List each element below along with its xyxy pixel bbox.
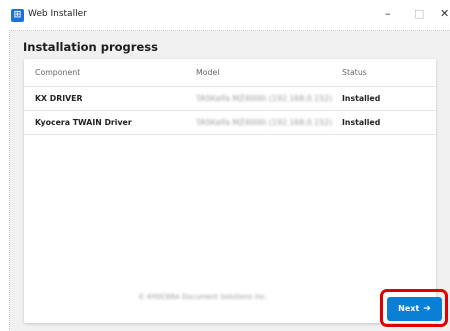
components-table: Component Model Status KX DRIVER TASKalf… xyxy=(24,59,436,323)
model-name: TASKalfa MZ4000i (192.168.0.152) xyxy=(196,118,333,127)
maximize-button[interactable]: □ xyxy=(414,7,424,20)
next-button[interactable]: Next ➔ xyxy=(387,297,442,321)
next-button-label: Next xyxy=(398,304,420,313)
column-header-component: Component xyxy=(35,68,81,77)
column-header-status: Status xyxy=(342,68,367,77)
component-name: Kyocera TWAIN Driver xyxy=(35,118,132,127)
table-row: KX DRIVER TASKalfa MZ4000i (192.168.0.15… xyxy=(24,87,436,111)
model-name: TASKalfa MZ4000i (192.168.0.152) xyxy=(196,94,333,103)
table-header: Component Model Status xyxy=(24,59,436,87)
installer-window: ⊞ Web Installer – □ ✕ Installation progr… xyxy=(0,0,450,331)
status-text: Installed xyxy=(342,118,381,127)
column-header-model: Model xyxy=(196,68,220,77)
copyright-footer: © KYOCERA Document Solutions Inc. xyxy=(138,293,268,301)
window-title: Web Installer xyxy=(28,9,87,19)
arrow-right-icon: ➔ xyxy=(423,304,431,314)
main-content: Installation progress Component Model St… xyxy=(10,31,450,331)
minimize-button[interactable]: – xyxy=(385,7,391,20)
page-title: Installation progress xyxy=(23,40,158,54)
close-button[interactable]: ✕ xyxy=(440,7,449,20)
title-bar: ⊞ Web Installer – □ ✕ xyxy=(0,0,450,30)
table-row: Kyocera TWAIN Driver TASKalfa MZ4000i (1… xyxy=(24,111,436,135)
component-name: KX DRIVER xyxy=(35,94,83,103)
status-text: Installed xyxy=(342,94,381,103)
app-icon: ⊞ xyxy=(11,9,24,22)
